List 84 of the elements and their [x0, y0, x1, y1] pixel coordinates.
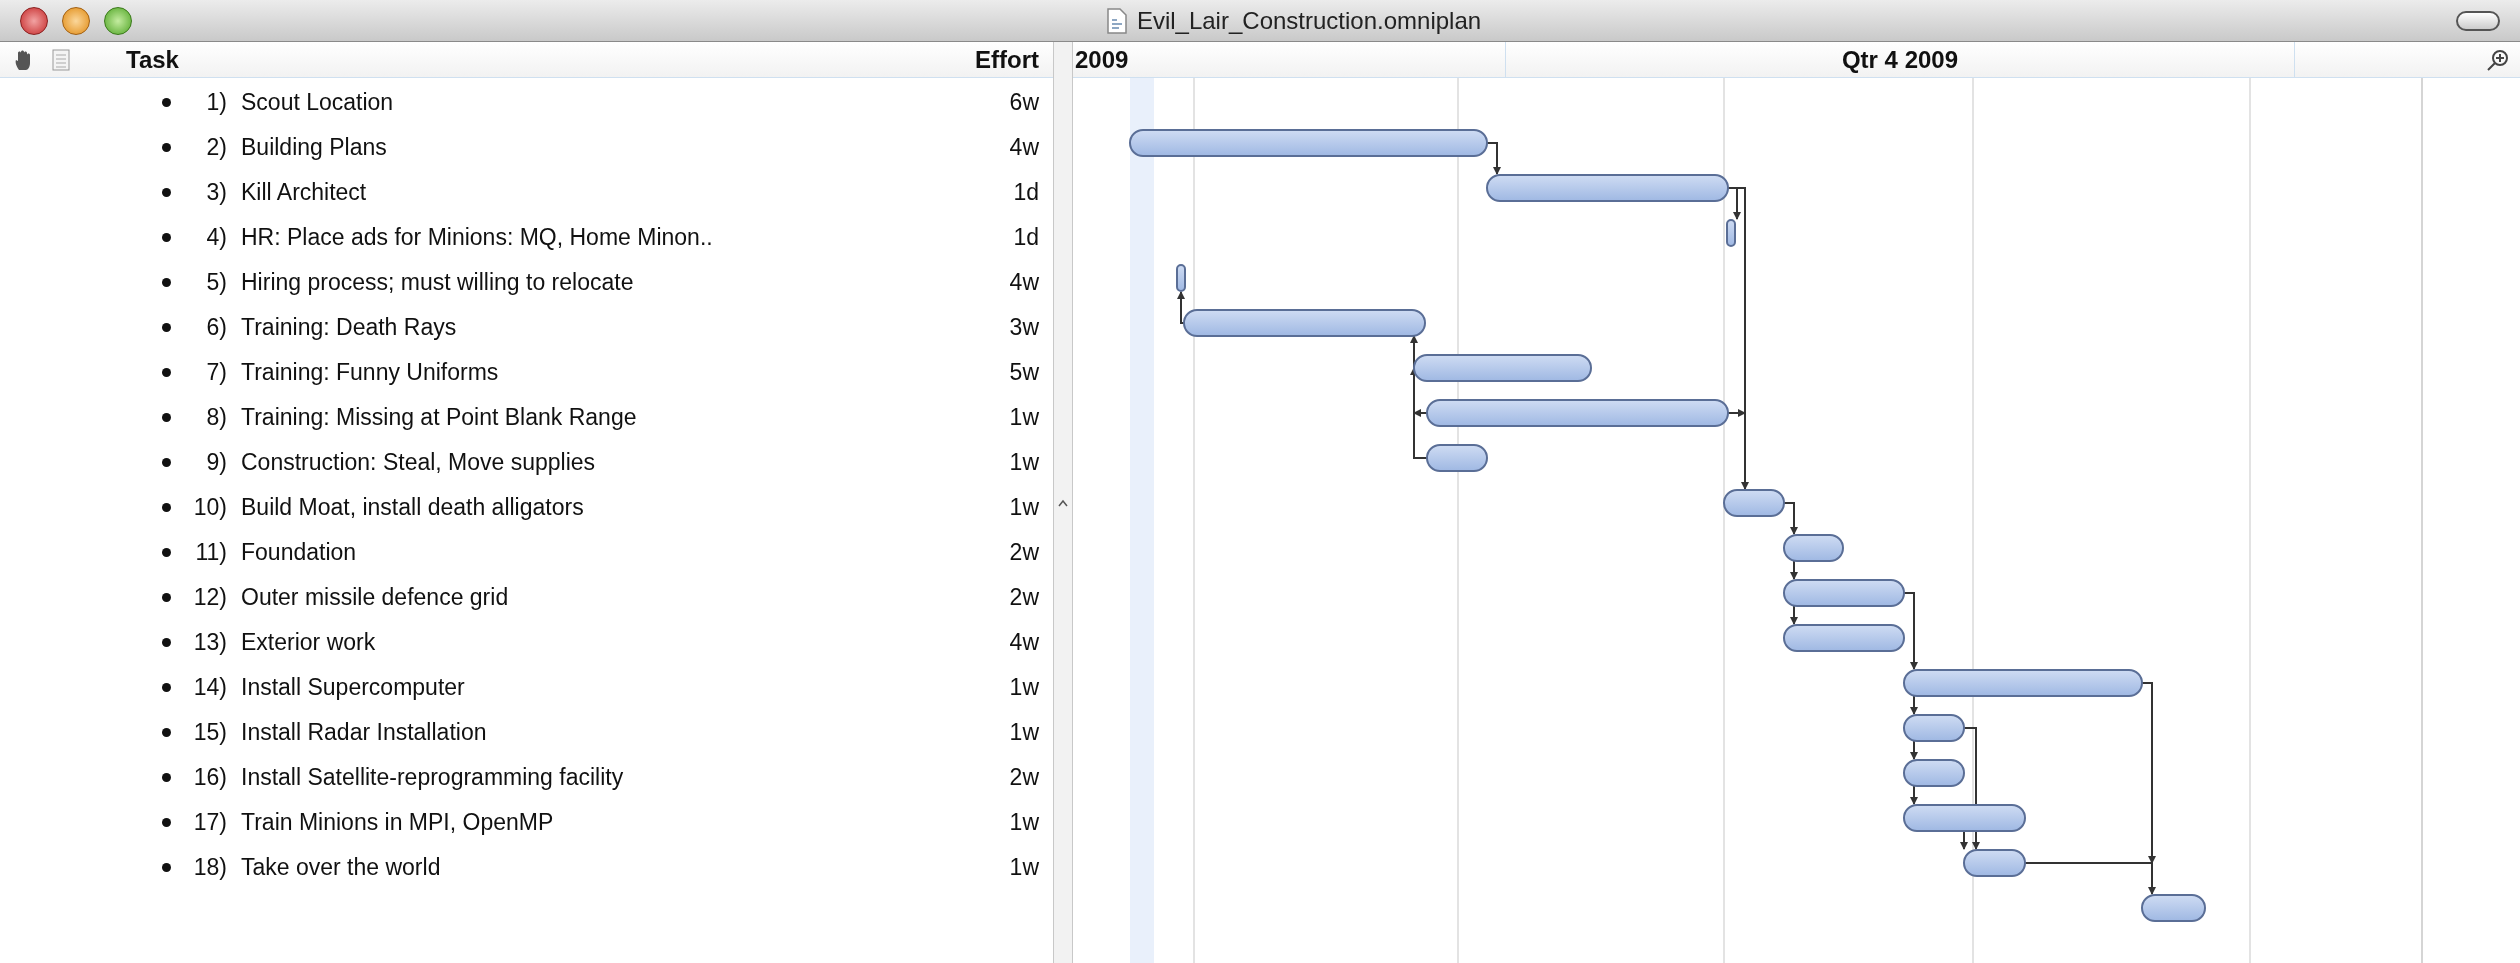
effort-cell-text: 4w	[1009, 628, 1039, 658]
effort-cell-text: 2w	[1009, 583, 1039, 613]
bullet-icon	[162, 98, 171, 107]
effort-cell-text: 1w	[1009, 403, 1039, 433]
effort-cell-text: 1w	[1009, 808, 1039, 838]
task-name[interactable]: Kill Architect	[241, 175, 367, 210]
task-name[interactable]: Build Moat, install death alligators	[241, 490, 584, 525]
effort-cell-text: 2w	[1009, 763, 1039, 793]
bullet-icon	[162, 368, 171, 377]
task-name[interactable]: Exterior work	[241, 625, 376, 660]
bullet-icon	[162, 188, 171, 197]
bullet-icon	[162, 323, 171, 332]
task-number: 2)	[205, 133, 227, 163]
task-name[interactable]: Construction: Steal, Move supplies	[241, 445, 596, 480]
task-number: 6)	[205, 313, 227, 343]
window-title: Evil_Lair_Construction.omniplan	[1136, 5, 1482, 36]
task-name[interactable]: Hiring process; must willing to relocate	[241, 265, 634, 300]
task-number: 8)	[205, 403, 227, 433]
close-button[interactable]	[20, 6, 48, 35]
bullet-icon	[162, 143, 171, 152]
bullet-icon	[162, 818, 171, 827]
task-number: 10)	[192, 493, 227, 523]
task-number: 13)	[192, 628, 227, 658]
task-number: 14)	[192, 673, 227, 703]
effort-cell-text: 1w	[1009, 448, 1039, 478]
task-name[interactable]: Install Supercomputer	[241, 670, 465, 705]
bullet-icon	[162, 413, 171, 422]
zoom-button[interactable]	[104, 6, 132, 35]
effort-cell-text: 1w	[1009, 853, 1039, 883]
task-name[interactable]: Train Minions in MPI, OpenMP	[241, 805, 554, 840]
task-name[interactable]: Outer missile defence grid	[241, 580, 509, 615]
task-name[interactable]: Install Radar Installation	[241, 715, 487, 750]
bullet-icon	[162, 638, 171, 647]
effort-cell-text: 1d	[1013, 223, 1039, 253]
effort-cell-text: 3w	[1009, 313, 1039, 343]
task-number: 16)	[192, 763, 227, 793]
zoom-in-icon[interactable]	[2486, 47, 2510, 72]
document-icon	[1106, 7, 1127, 34]
task-name[interactable]: Training: Funny Uniforms	[241, 355, 499, 390]
effort-cell-text: 6w	[1009, 88, 1039, 118]
task-number: 9)	[205, 448, 227, 478]
effort-cell-text: 5w	[1009, 358, 1039, 388]
timeline-label: 2009	[1073, 42, 1506, 77]
toolbar-toggle-button[interactable]	[2456, 10, 2500, 31]
task-number: 5)	[205, 268, 227, 298]
task-name[interactable]: Foundation	[241, 535, 357, 570]
task-number: 3)	[205, 178, 227, 208]
effort-cell-text: 4w	[1009, 268, 1039, 298]
bullet-icon	[162, 863, 171, 872]
caret-icon	[1058, 498, 1068, 507]
bullet-icon	[162, 278, 171, 287]
task-number: 1)	[205, 88, 227, 118]
task-name[interactable]: HR: Place ads for Minions: MQ, Home Minon..	[241, 220, 713, 255]
effort-cell-text: 4w	[1009, 133, 1039, 163]
bullet-icon	[162, 233, 171, 242]
bullet-icon	[162, 728, 171, 737]
bullet-icon	[162, 593, 171, 602]
task-number: 17)	[192, 808, 227, 838]
task-name[interactable]: Scout Location	[241, 85, 394, 120]
bullet-icon	[162, 683, 171, 692]
effort-cell-text: 1w	[1009, 673, 1039, 703]
task-number: 15)	[192, 718, 227, 748]
task-name[interactable]: Install Satellite-reprogramming facility	[241, 760, 624, 795]
effort-cell-text: 1w	[1009, 718, 1039, 748]
bullet-icon	[162, 773, 171, 782]
bullet-icon	[162, 503, 171, 512]
minimize-button[interactable]	[62, 6, 90, 35]
task-number: 12)	[192, 583, 227, 613]
task-name[interactable]: Building Plans	[241, 130, 387, 165]
effort-cell-text: 1w	[1009, 493, 1039, 523]
column-header[interactable]: Effort	[975, 41, 1039, 78]
task-number: 11)	[194, 538, 227, 568]
task-name[interactable]: Training: Missing at Point Blank Range	[241, 400, 637, 435]
effort-cell-text: 1d	[1013, 178, 1039, 208]
effort-cell-text: 2w	[1009, 538, 1039, 568]
task-name[interactable]: Training: Death Rays	[241, 310, 457, 345]
bullet-icon	[162, 458, 171, 467]
column-header[interactable]: Task	[126, 41, 179, 78]
task-number: 18)	[192, 853, 227, 883]
timeline-label: Qtr 4 2009	[1506, 42, 2295, 77]
task-name[interactable]: Take over the world	[241, 850, 441, 885]
bullet-icon	[162, 548, 171, 557]
task-number: 4)	[205, 223, 227, 253]
task-number: 7)	[205, 358, 227, 388]
